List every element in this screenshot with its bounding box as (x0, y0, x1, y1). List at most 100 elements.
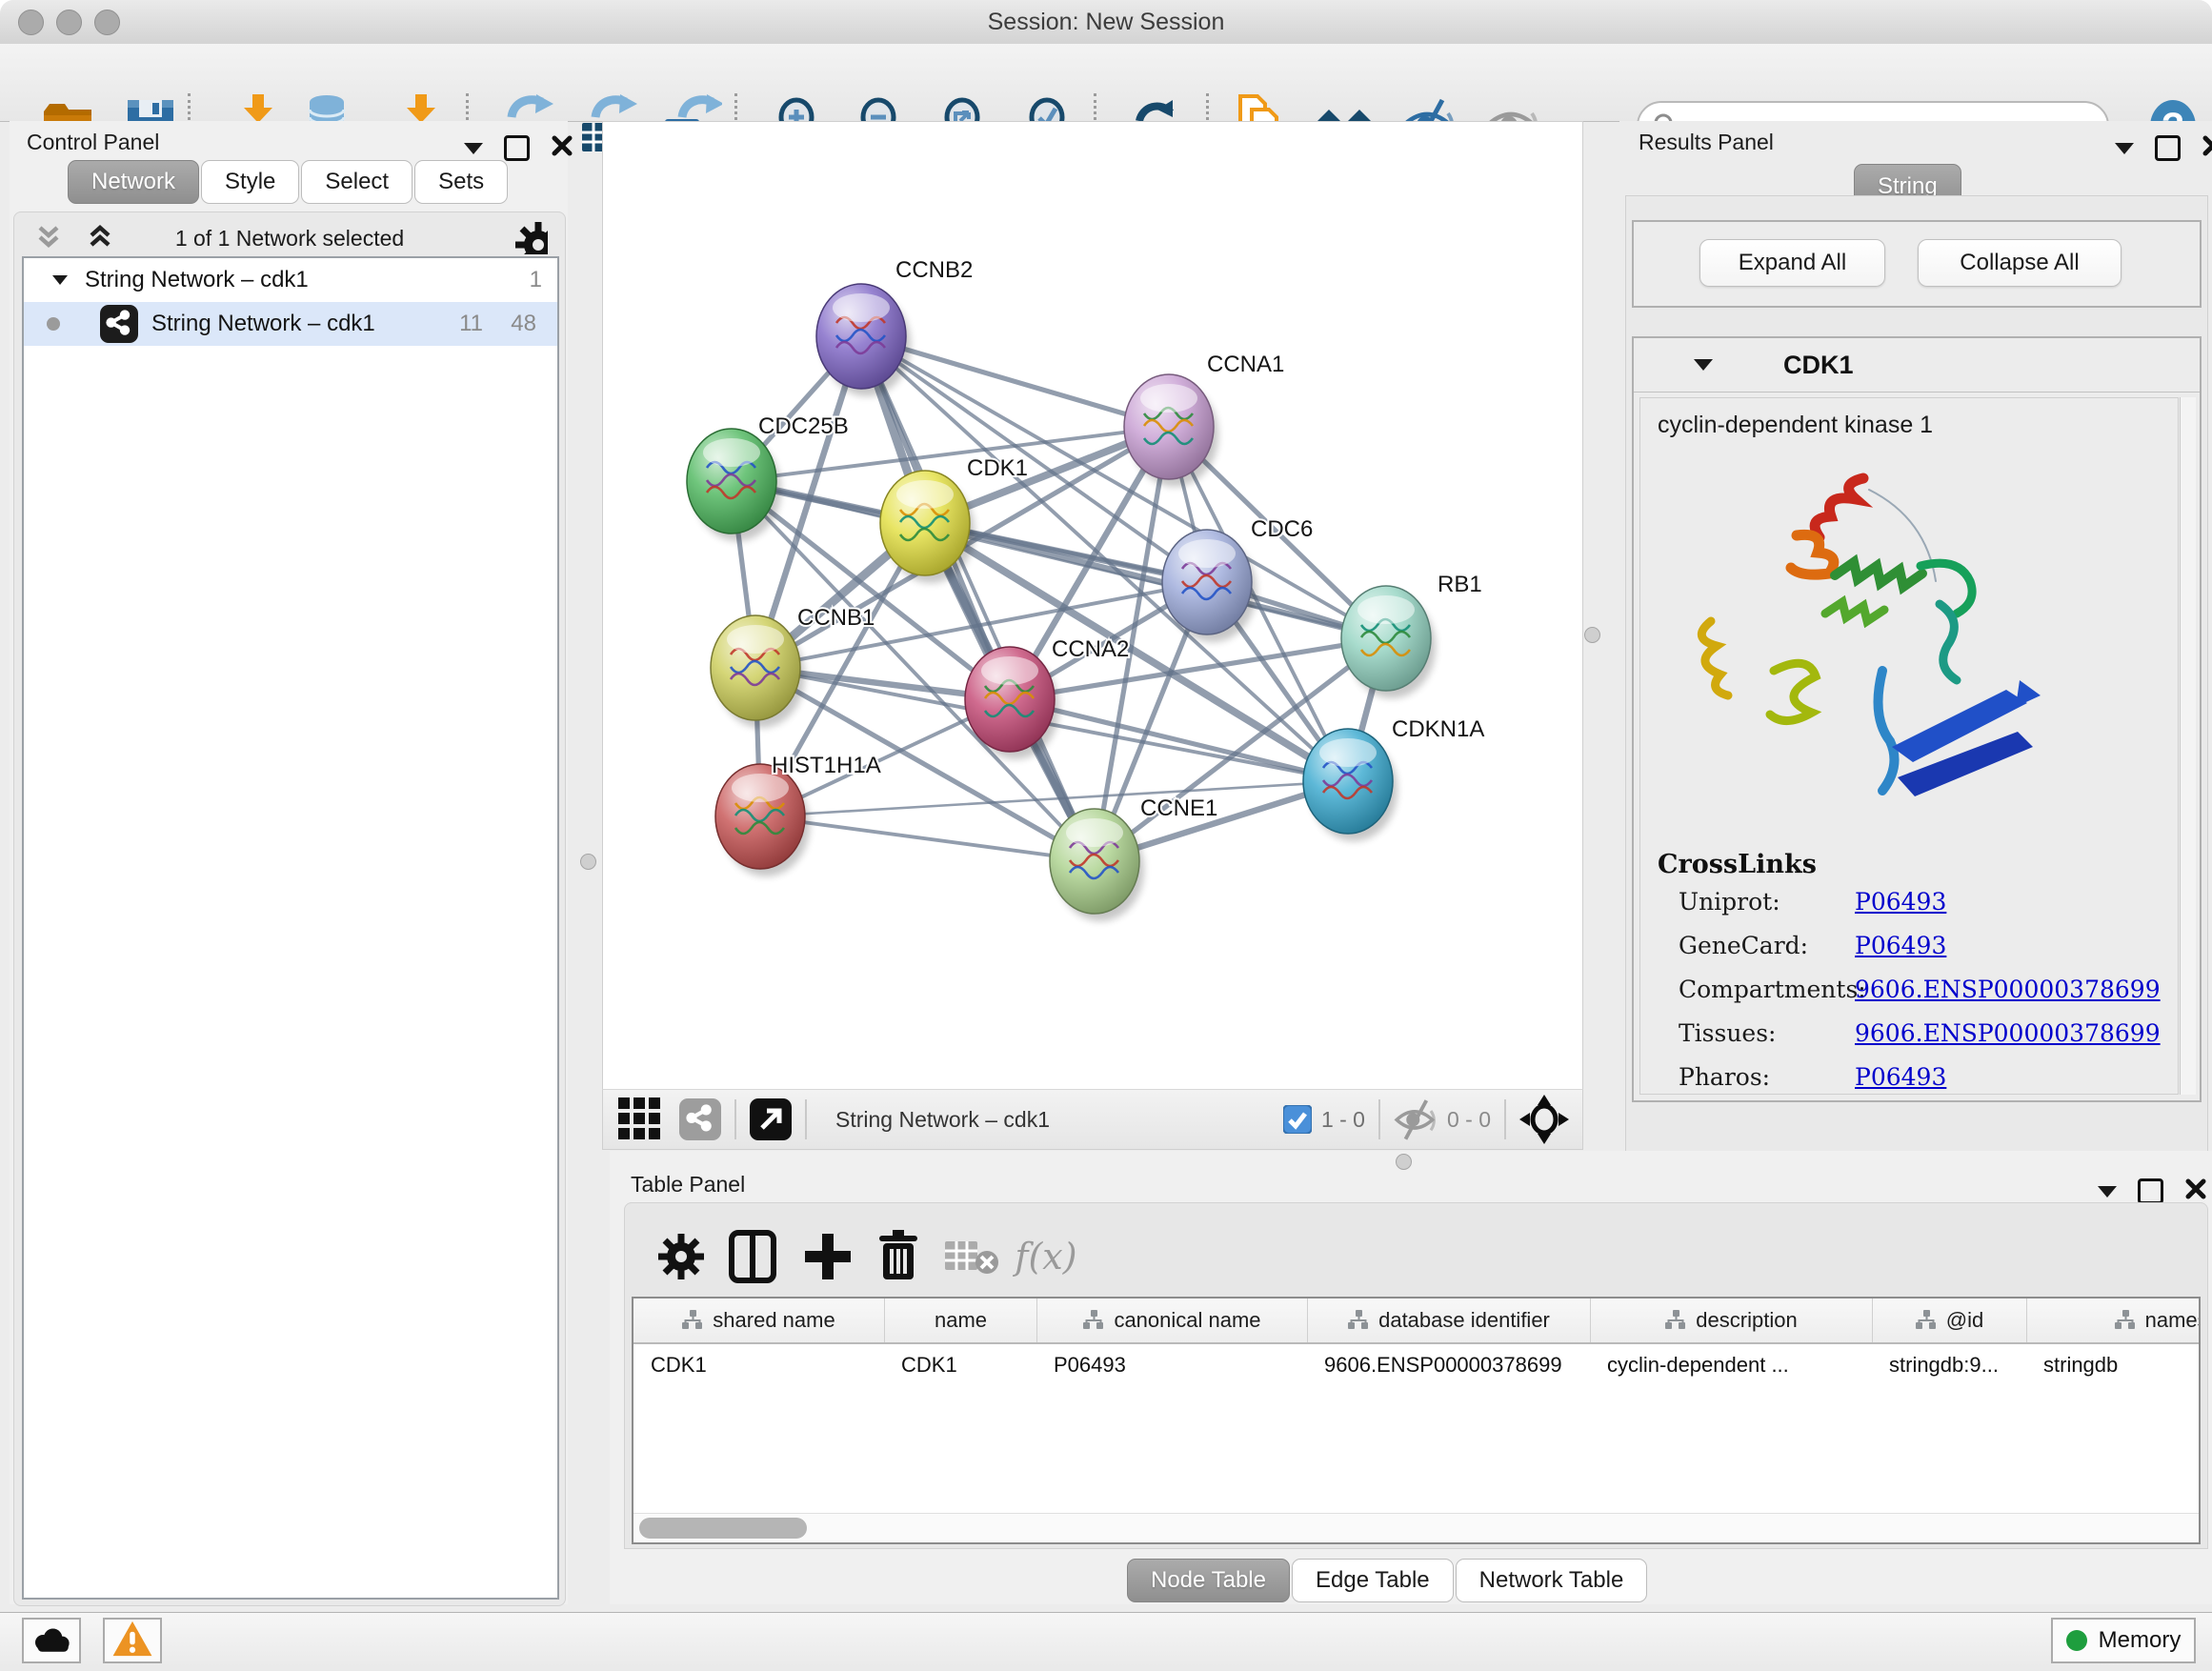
table-horizontal-scrollbar[interactable] (633, 1513, 2199, 1542)
collapse-all-button[interactable]: Collapse All (1918, 239, 2122, 287)
table-panel-title: Table Panel (631, 1172, 745, 1198)
panel-close-icon[interactable] (2184, 1178, 2207, 1205)
crosslink-label: Tissues: (1679, 1019, 1855, 1047)
column-header-namespace[interactable]: namespace (2026, 1299, 2201, 1342)
columns-icon[interactable] (723, 1226, 784, 1287)
node-label: CDKN1A (1392, 716, 1484, 742)
control-panel: Control Panel NetworkStyleSelectSets 1 o… (10, 121, 568, 1604)
selected-checkbox-icon[interactable] (1283, 1105, 1312, 1134)
vertical-splitter-handle[interactable] (1584, 627, 1600, 643)
table-cell[interactable]: CDK1 (884, 1344, 1036, 1386)
expand-all-button[interactable]: Expand All (1699, 239, 1885, 287)
column-header-name[interactable]: name (884, 1299, 1036, 1342)
network-list: String Network – cdk1 1 String Network –… (22, 256, 559, 1600)
node-label: CCNB2 (895, 257, 973, 283)
crosslink-link[interactable]: 9606.ENSP00000378699 (1855, 976, 2161, 1003)
panel-float-icon[interactable] (504, 135, 530, 161)
horizontal-splitter-handle[interactable] (1396, 1154, 1412, 1170)
table-scrollbar-thumb[interactable] (639, 1518, 807, 1539)
grid-view-icon[interactable] (618, 1097, 662, 1141)
delete-column-icon[interactable] (869, 1226, 930, 1287)
table-cell[interactable]: cyclin-dependent ... (1590, 1344, 1872, 1386)
panel-menu-icon[interactable] (2098, 1186, 2117, 1198)
network-node[interactable]: CCNE1 (1050, 795, 1217, 921)
crosslink-row: Compartments:9606.ENSP00000378699 (1679, 976, 2174, 1003)
table-cell[interactable]: stringdb (2026, 1344, 2201, 1386)
table-cell[interactable]: CDK1 (633, 1344, 884, 1386)
crosslink-link[interactable]: 9606.ENSP00000378699 (1855, 1019, 2161, 1047)
panel-menu-icon[interactable] (464, 143, 483, 154)
open-in-window-icon[interactable] (750, 1098, 792, 1140)
table-tabs: Node TableEdge TableNetwork Table (1127, 1559, 1649, 1602)
network-badge-gray-icon[interactable] (679, 1098, 721, 1140)
crosslink-link[interactable]: P06493 (1855, 932, 1946, 959)
column-header-canonical-name[interactable]: canonical name (1036, 1299, 1307, 1342)
gene-description: cyclin-dependent kinase 1 (1658, 412, 1933, 439)
network-node[interactable]: CDC25B (687, 413, 849, 541)
birdseye-crosshair-icon[interactable] (1519, 1095, 1569, 1144)
network-badge-icon (100, 305, 138, 343)
crosslink-label: Pharos: (1679, 1063, 1855, 1091)
node-table[interactable]: shared namenamecanonical name database id… (632, 1297, 2201, 1544)
network-node[interactable]: CCNB2 (816, 257, 973, 396)
tab-style[interactable]: Style (201, 160, 299, 204)
collection-collapse-icon[interactable] (52, 275, 68, 285)
network-node[interactable]: CCNA1 (1124, 352, 1284, 487)
column-header-label: database identifier (1378, 1308, 1550, 1333)
panel-close-icon[interactable] (551, 134, 573, 162)
column-header-description[interactable]: description (1590, 1299, 1872, 1342)
network-node[interactable]: RB1 (1341, 572, 1482, 698)
crosslink-label: Uniprot: (1679, 888, 1855, 916)
network-node[interactable]: HIST1H1A (715, 753, 881, 876)
tab-node-table[interactable]: Node Table (1127, 1559, 1290, 1602)
status-bar: Memory (0, 1612, 2212, 1671)
network-graph[interactable]: CCNB2 CCNA1 CDC25B CDK1 CDC6 RB1 CCNB1 C… (603, 122, 1582, 1090)
network-selection-status: 1 of 1 Network selected (14, 226, 565, 252)
title-bar: Session: New Session (0, 0, 2212, 45)
table-cell[interactable]: stringdb:9... (1872, 1344, 2026, 1386)
network-options-gear-icon[interactable] (512, 218, 548, 259)
tab-network-table[interactable]: Network Table (1456, 1559, 1648, 1602)
column-header--id[interactable]: @id (1872, 1299, 2026, 1342)
vertical-splitter-handle[interactable] (580, 854, 596, 870)
network-node[interactable]: CDC6 (1162, 516, 1313, 642)
network-canvas[interactable]: CCNB2 CCNA1 CDC25B CDK1 CDC6 RB1 CCNB1 C… (602, 121, 1583, 1091)
add-column-icon[interactable] (797, 1226, 858, 1287)
crosslink-row: Uniprot:P06493 (1679, 888, 2174, 916)
tab-network[interactable]: Network (68, 160, 199, 204)
network-node[interactable]: CCNB1 (711, 605, 875, 728)
crosslink-link[interactable]: P06493 (1855, 888, 1946, 916)
table-cell[interactable]: 9606.ENSP00000378699 (1307, 1344, 1590, 1386)
panel-menu-icon[interactable] (2115, 143, 2134, 154)
node-label: CCNA1 (1207, 352, 1284, 377)
panel-close-icon[interactable] (2202, 134, 2212, 162)
cloud-button[interactable] (22, 1618, 81, 1663)
function-builder-icon: f(x) (1016, 1226, 1076, 1287)
network-node-count: 11 (459, 311, 483, 337)
gear-icon[interactable] (651, 1226, 712, 1287)
table-cell[interactable]: P06493 (1036, 1344, 1307, 1386)
network-name: String Network – cdk1 (151, 311, 375, 337)
crosslink-link[interactable]: P06493 (1855, 1063, 1946, 1091)
entry-collapse-icon[interactable] (1694, 359, 1713, 371)
column-header-label: namespace (2145, 1308, 2201, 1333)
network-node[interactable]: CCNA2 (965, 636, 1129, 759)
warnings-button[interactable] (103, 1618, 162, 1663)
tab-sets[interactable]: Sets (414, 160, 508, 204)
tab-edge-table[interactable]: Edge Table (1292, 1559, 1454, 1602)
node-label: CCNE1 (1140, 795, 1217, 821)
panel-float-icon[interactable] (2155, 135, 2181, 161)
column-header-database-identifier[interactable]: database identifier (1307, 1299, 1590, 1342)
memory-button[interactable]: Memory (2051, 1618, 2196, 1663)
network-collection-row[interactable]: String Network – cdk1 1 (24, 258, 557, 302)
network-edge-count: 48 (511, 311, 536, 337)
network-node[interactable]: CDKN1A (1303, 716, 1484, 841)
tab-select[interactable]: Select (301, 160, 412, 204)
network-view-title: String Network – cdk1 (835, 1107, 1050, 1133)
panel-float-icon[interactable] (2138, 1178, 2163, 1204)
hidden-eye-icon[interactable] (1394, 1097, 1438, 1141)
results-vertical-scrollbar[interactable] (2180, 397, 2196, 1095)
tree-icon (1665, 1310, 1686, 1331)
column-header-shared-name[interactable]: shared name (633, 1299, 884, 1342)
network-row[interactable]: String Network – cdk1 11 48 (24, 302, 557, 346)
